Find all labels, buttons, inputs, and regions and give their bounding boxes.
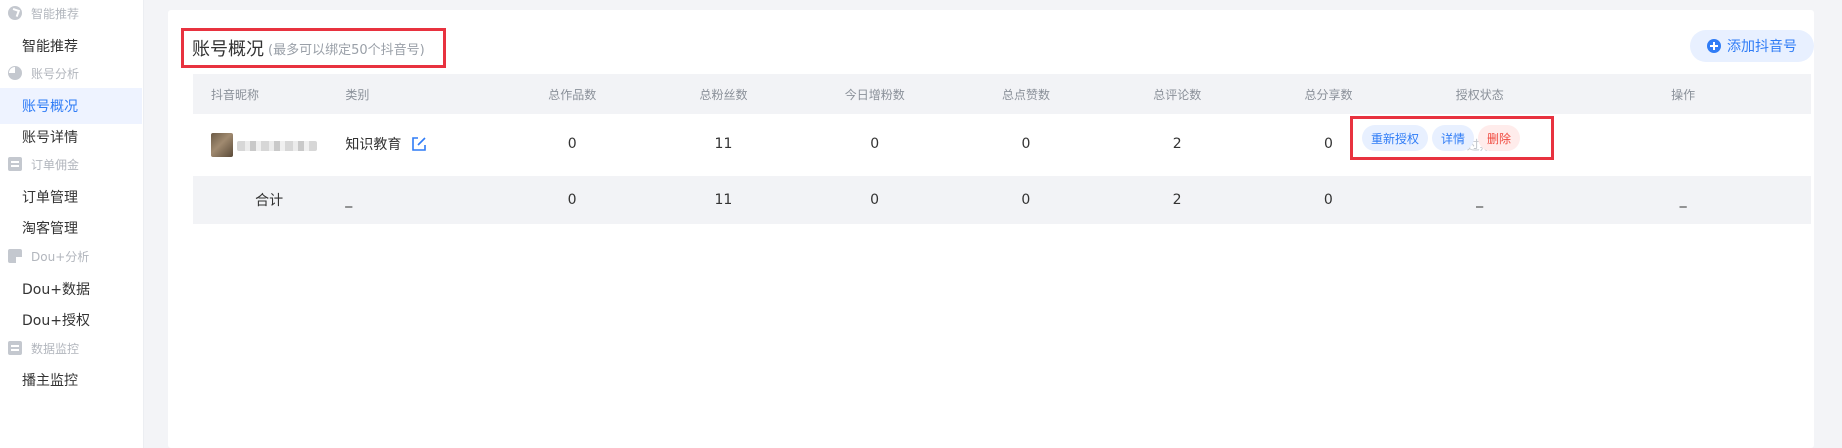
sidebar-item-label: 播主监控 — [22, 373, 78, 389]
monitor-icon — [8, 341, 22, 355]
sidebar-item-label: 智能推荐 — [22, 39, 78, 55]
total-likes-value: 0 — [1021, 136, 1031, 152]
title-highlight-box: 账号概况 (最多可以绑定50个抖音号) — [181, 28, 446, 68]
sidebar-group-label: 账号分析 — [31, 66, 80, 81]
sidebar-group-order-commission: 订单佣金 — [8, 153, 79, 175]
total-works: 0 — [567, 192, 577, 208]
add-douyin-account-button[interactable]: 添加抖音号 — [1690, 30, 1814, 62]
today-fans-value: 0 — [870, 136, 880, 152]
avatar — [211, 133, 233, 157]
edit-icon[interactable] — [411, 136, 427, 152]
sidebar-item-taoke-management[interactable]: 淘客管理 — [0, 210, 142, 246]
sidebar-item-account-detail[interactable]: 账号详情 — [0, 119, 142, 155]
sidebar-group-data-monitor: 数据监控 — [8, 337, 79, 359]
col-total-likes: 总点赞数 — [1001, 87, 1050, 102]
sidebar-item-label: 账号概况 — [22, 99, 78, 115]
sidebar-group-dou-analysis: Dou+分析 — [8, 245, 89, 267]
detail-button[interactable]: 详情 — [1432, 125, 1475, 151]
sidebar-item-streamer-monitor[interactable]: 播主监控 — [0, 362, 142, 398]
sidebar-item-label: Dou+授权 — [22, 313, 90, 329]
col-actions: 操作 — [1671, 87, 1696, 102]
table-header: 抖音昵称 类别 总作品数 总粉丝数 今日增粉数 总点赞数 总评论数 总分享数 授… — [193, 74, 1811, 114]
accounts-table: 抖音昵称 类别 总作品数 总粉丝数 今日增粉数 总点赞数 总评论数 总分享数 授… — [193, 74, 1811, 224]
blurred-nickname — [237, 141, 317, 151]
total-today-fans: 0 — [870, 192, 880, 208]
total-comments-value: 2 — [1172, 136, 1182, 152]
col-total-shares: 总分享数 — [1304, 87, 1353, 102]
nickname-cell — [193, 131, 345, 157]
sidebar-item-smart-recommend[interactable]: 智能推荐 — [0, 28, 142, 64]
total-label: 合计 — [255, 193, 284, 209]
col-total-comments: 总评论数 — [1153, 87, 1202, 102]
sidebar: 智能推荐 智能推荐 账号分析 账号概况 账号详情 订单佣金 订单管理 淘客管理 … — [0, 0, 144, 448]
total-fans-value: 11 — [714, 136, 733, 152]
sidebar-item-label: 淘客管理 — [22, 221, 78, 237]
total-actions: _ — [1679, 192, 1687, 208]
delete-button[interactable]: 删除 — [1478, 125, 1521, 151]
category-cell: 知识教育 — [345, 134, 496, 154]
col-auth-status: 授权状态 — [1455, 87, 1504, 102]
main-card: 账号概况 (最多可以绑定50个抖音号) 添加抖音号 抖音昵称 类别 总作品数 总… — [168, 10, 1814, 448]
sidebar-group-label: 订单佣金 — [31, 157, 80, 172]
actions-highlight-box: 重新授权 详情 删除 — [1350, 116, 1554, 160]
pie-chart-icon — [8, 66, 22, 80]
col-total-fans: 总粉丝数 — [699, 87, 748, 102]
sidebar-item-label: Dou+数据 — [22, 282, 90, 298]
reauthorize-button[interactable]: 重新授权 — [1362, 125, 1429, 151]
sidebar-group-label: Dou+分析 — [31, 249, 90, 264]
total-works-value: 0 — [567, 136, 577, 152]
sidebar-group-label: 数据监控 — [31, 341, 80, 356]
document-icon — [8, 249, 22, 263]
total-auth-status: _ — [1476, 192, 1484, 208]
table-row: 知识教育 0 11 0 0 2 0 过期 — [193, 114, 1811, 174]
total-likes: 0 — [1021, 192, 1031, 208]
page-title: 账号概况 — [192, 39, 264, 60]
page-subtitle: (最多可以绑定50个抖音号) — [268, 42, 425, 58]
plus-circle-icon — [1707, 39, 1721, 53]
col-today-fans: 今日增粉数 — [844, 87, 905, 102]
col-nickname: 抖音昵称 — [211, 87, 260, 102]
total-comments: 2 — [1172, 192, 1182, 208]
sidebar-group-recommend: 智能推荐 — [8, 2, 79, 24]
sidebar-group-account-analysis: 账号分析 — [8, 62, 79, 84]
total-category: _ — [345, 192, 353, 208]
col-category: 类别 — [345, 87, 370, 102]
sidebar-item-label: 订单管理 — [22, 190, 78, 206]
compass-icon — [8, 6, 22, 20]
add-button-label: 添加抖音号 — [1727, 39, 1797, 55]
total-shares: 0 — [1323, 192, 1333, 208]
category-value: 知识教育 — [345, 137, 402, 153]
app-root: 智能推荐 智能推荐 账号分析 账号概况 账号详情 订单佣金 订单管理 淘客管理 … — [0, 0, 1842, 448]
sidebar-item-dou-auth[interactable]: Dou+授权 — [0, 302, 142, 338]
col-total-works: 总作品数 — [548, 87, 597, 102]
table-total-row: 合计 _ 0 11 0 0 2 0 _ _ — [193, 176, 1811, 224]
sidebar-item-label: 账号详情 — [22, 130, 78, 146]
sidebar-group-label: 智能推荐 — [31, 6, 80, 21]
total-fans: 11 — [714, 192, 733, 208]
list-icon — [8, 157, 22, 171]
